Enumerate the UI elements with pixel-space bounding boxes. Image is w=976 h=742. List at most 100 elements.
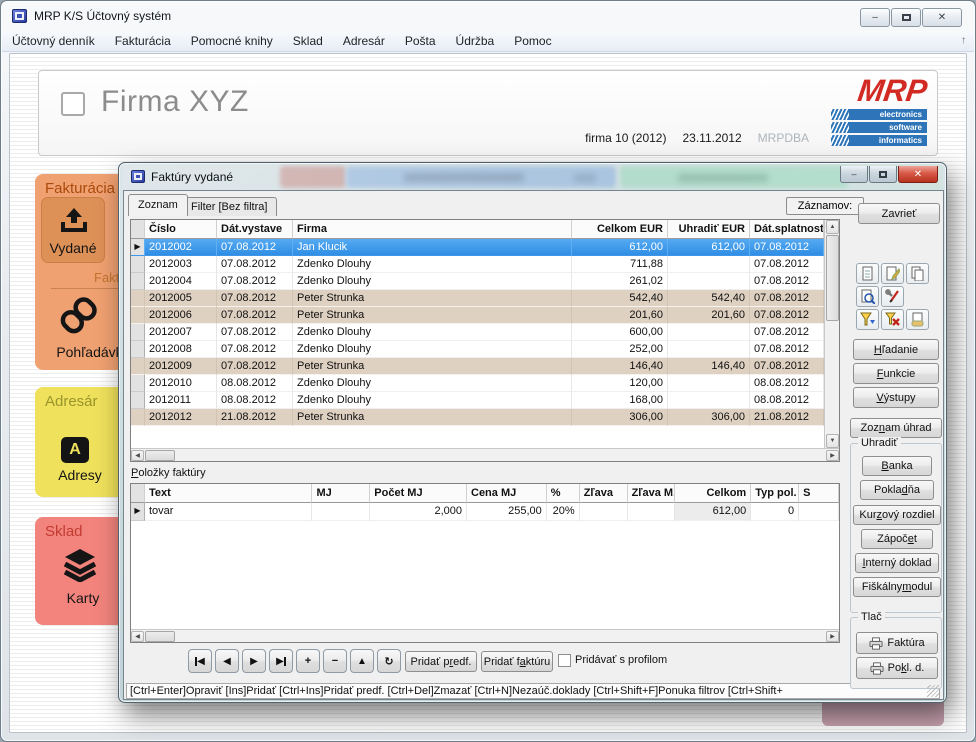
tab-zoznam[interactable]: Zoznam [128, 194, 188, 216]
invoice-row[interactable]: 2012004 07.08.2012 Zdenko Dlouhy 261,02 … [131, 273, 839, 290]
invoice-row[interactable]: 2012012 21.08.2012 Peter Strunka 306,00 … [131, 409, 839, 426]
fiskalny-modul-button[interactable]: Fiškálny modul [853, 577, 941, 597]
col-zlava[interactable]: Zľava [580, 484, 628, 503]
vertical-scrollbar[interactable]: ▲ ▼ [824, 220, 839, 448]
preview-document-button[interactable] [856, 286, 879, 307]
cell: 201,60 [572, 307, 668, 324]
tlac-pokl-d-button[interactable]: Pokl. d. [856, 657, 938, 679]
banka-button[interactable]: Banka [862, 456, 932, 476]
col-celkom-eur[interactable]: Celkom EUR [572, 220, 668, 239]
menu-posta[interactable]: Pošta [395, 31, 446, 52]
funkcie-button[interactable]: Funkcie [853, 363, 939, 384]
tlac-faktura-button[interactable]: Faktúra [856, 632, 938, 654]
profile-checkbox[interactable] [558, 654, 571, 667]
col-dat-vystave[interactable]: Dát.vystave [217, 220, 293, 239]
invoice-row[interactable]: 2012011 08.08.2012 Zdenko Dlouhy 168,00 … [131, 392, 839, 409]
zavriet-button[interactable]: Zavrieť [858, 203, 940, 224]
kurzovy-rozdiel-button[interactable]: Kurzový rozdiel [853, 505, 941, 525]
scroll-up-icon[interactable]: ▲ [826, 220, 839, 234]
filter-clear-button[interactable] [881, 309, 904, 330]
invoice-row[interactable]: 2012005 07.08.2012 Peter Strunka 542,40 … [131, 290, 839, 307]
nav-delete-button[interactable]: − [323, 649, 347, 673]
col-uhradit-eur[interactable]: Uhradiť EUR [668, 220, 750, 239]
invoice-row[interactable]: 2012009 07.08.2012 Peter Strunka 146,40 … [131, 358, 839, 375]
scroll-right-icon[interactable]: ▶ [826, 450, 839, 461]
scroll-right-icon[interactable]: ▶ [826, 631, 839, 642]
menu-adresar[interactable]: Adresár [333, 31, 395, 52]
col-text[interactable]: Text [145, 484, 312, 503]
menu-pomocne-knihy[interactable]: Pomocné knihy [181, 31, 283, 52]
col-zlava-m[interactable]: Zľava M. [628, 484, 676, 503]
col-s[interactable]: S [799, 484, 839, 503]
nav-next-button[interactable]: ▶ [242, 649, 266, 673]
resize-grip[interactable] [927, 685, 939, 697]
nav-last-button[interactable]: ▶ [269, 649, 293, 673]
invoice-row[interactable]: 2012003 07.08.2012 Zdenko Dlouhy 711,88 … [131, 256, 839, 273]
scroll-down-icon[interactable]: ▼ [826, 434, 839, 448]
pridat-fakturu-button[interactable]: Pridať faktúru [481, 651, 553, 672]
vydane-button[interactable]: Vydané [41, 197, 105, 263]
horizontal-scrollbar[interactable]: ◀ ▶ [131, 629, 839, 642]
scroll-left-icon[interactable]: ◀ [131, 450, 144, 461]
settings-tools-button[interactable] [881, 286, 904, 307]
hladanie-button[interactable]: Hľadanie [853, 339, 939, 360]
nav-edit-button[interactable]: ▲ [350, 649, 374, 673]
interny-doklad-button[interactable]: Interný doklad [855, 553, 939, 573]
col-percent[interactable]: % [547, 484, 580, 503]
maximize-button[interactable] [891, 8, 921, 27]
invoice-row[interactable]: 2012006 07.08.2012 Peter Strunka 201,60 … [131, 307, 839, 324]
nav-prev-button[interactable]: ◀ [215, 649, 239, 673]
nav-refresh-button[interactable]: ↻ [377, 649, 401, 673]
tab-filter[interactable]: Filter [Bez filtra] [181, 197, 277, 216]
col-typ-pol[interactable]: Typ pol. [751, 484, 799, 503]
minimize-button[interactable]: – [860, 8, 890, 27]
col-cena-mj[interactable]: Cena MJ [467, 484, 547, 503]
pridat-predf-button[interactable]: Pridať predf. [405, 651, 477, 672]
col-dat-splatnosti[interactable]: Dát.splatnosti [750, 220, 824, 239]
filter-button[interactable] [856, 309, 879, 330]
main-titlebar[interactable]: MRP K/S Účtovný systém – ✕ [1, 1, 975, 31]
nav-first-button[interactable]: ◀ [188, 649, 212, 673]
records-count-button[interactable]: Záznamov: [786, 197, 864, 215]
menu-overflow-arrow-icon[interactable]: ↑ [961, 35, 966, 46]
cell: 2012008 [145, 341, 217, 358]
invoice-row[interactable]: 2012007 07.08.2012 Zdenko Dlouhy 600,00 … [131, 324, 839, 341]
invoice-row[interactable]: 2012008 07.08.2012 Zdenko Dlouhy 252,00 … [131, 341, 839, 358]
nav-add-button[interactable]: + [296, 649, 320, 673]
karty-button[interactable]: Karty [45, 590, 121, 606]
item-row[interactable]: ▶ tovar 2,000 255,00 20% 612,00 0 [131, 503, 839, 521]
scrollbar-thumb[interactable] [145, 631, 175, 642]
col-firma[interactable]: Firma [293, 220, 572, 239]
scrollbar-thumb[interactable] [145, 450, 175, 461]
invoice-row[interactable]: 2012010 08.08.2012 Zdenko Dlouhy 120,00 … [131, 375, 839, 392]
horizontal-scrollbar[interactable]: ◀ ▶ [131, 448, 839, 461]
close-button[interactable]: ✕ [922, 8, 962, 27]
dialog-maximize-button[interactable] [869, 166, 897, 183]
menu-uctovny-dennik[interactable]: Účtovný denník [2, 31, 105, 52]
menu-udrzba[interactable]: Údržba [446, 31, 505, 52]
menu-sklad[interactable]: Sklad [283, 31, 333, 52]
menu-fakturacia[interactable]: Fakturácia [105, 31, 181, 52]
edit-document-button[interactable] [881, 263, 904, 284]
adresy-button[interactable]: Adresy [43, 467, 117, 483]
col-mj[interactable]: MJ [312, 484, 370, 503]
invoice-row-selected[interactable]: ▶ 2012002 07.08.2012 Jan Klucik 612,00 6… [131, 239, 839, 256]
pokladna-button[interactable]: Pokladňa [860, 480, 934, 500]
copy-documents-button[interactable] [906, 263, 929, 284]
new-document-button[interactable] [856, 263, 879, 284]
cell: 2012012 [145, 409, 217, 426]
col-celkom[interactable]: Celkom [675, 484, 751, 503]
dialog-titlebar[interactable]: Faktúry vydané – ✕ [122, 164, 943, 190]
zoznam-uhrad-button[interactable]: Zoznam úhrad [850, 418, 942, 438]
dialog-close-button[interactable]: ✕ [898, 166, 938, 183]
zapocet-button[interactable]: Zápočet [861, 529, 933, 549]
cell: 168,00 [572, 392, 668, 409]
col-cislo[interactable]: Číslo [145, 220, 217, 239]
scrollbar-thumb[interactable] [826, 235, 839, 321]
menu-pomoc[interactable]: Pomoc [504, 31, 561, 52]
scroll-left-icon[interactable]: ◀ [131, 631, 144, 642]
col-pocet-mj[interactable]: Počet MJ [370, 484, 467, 503]
dialog-minimize-button[interactable]: – [840, 166, 868, 183]
vystupy-button[interactable]: Výstupy [853, 387, 939, 408]
send-document-button[interactable] [906, 309, 929, 330]
